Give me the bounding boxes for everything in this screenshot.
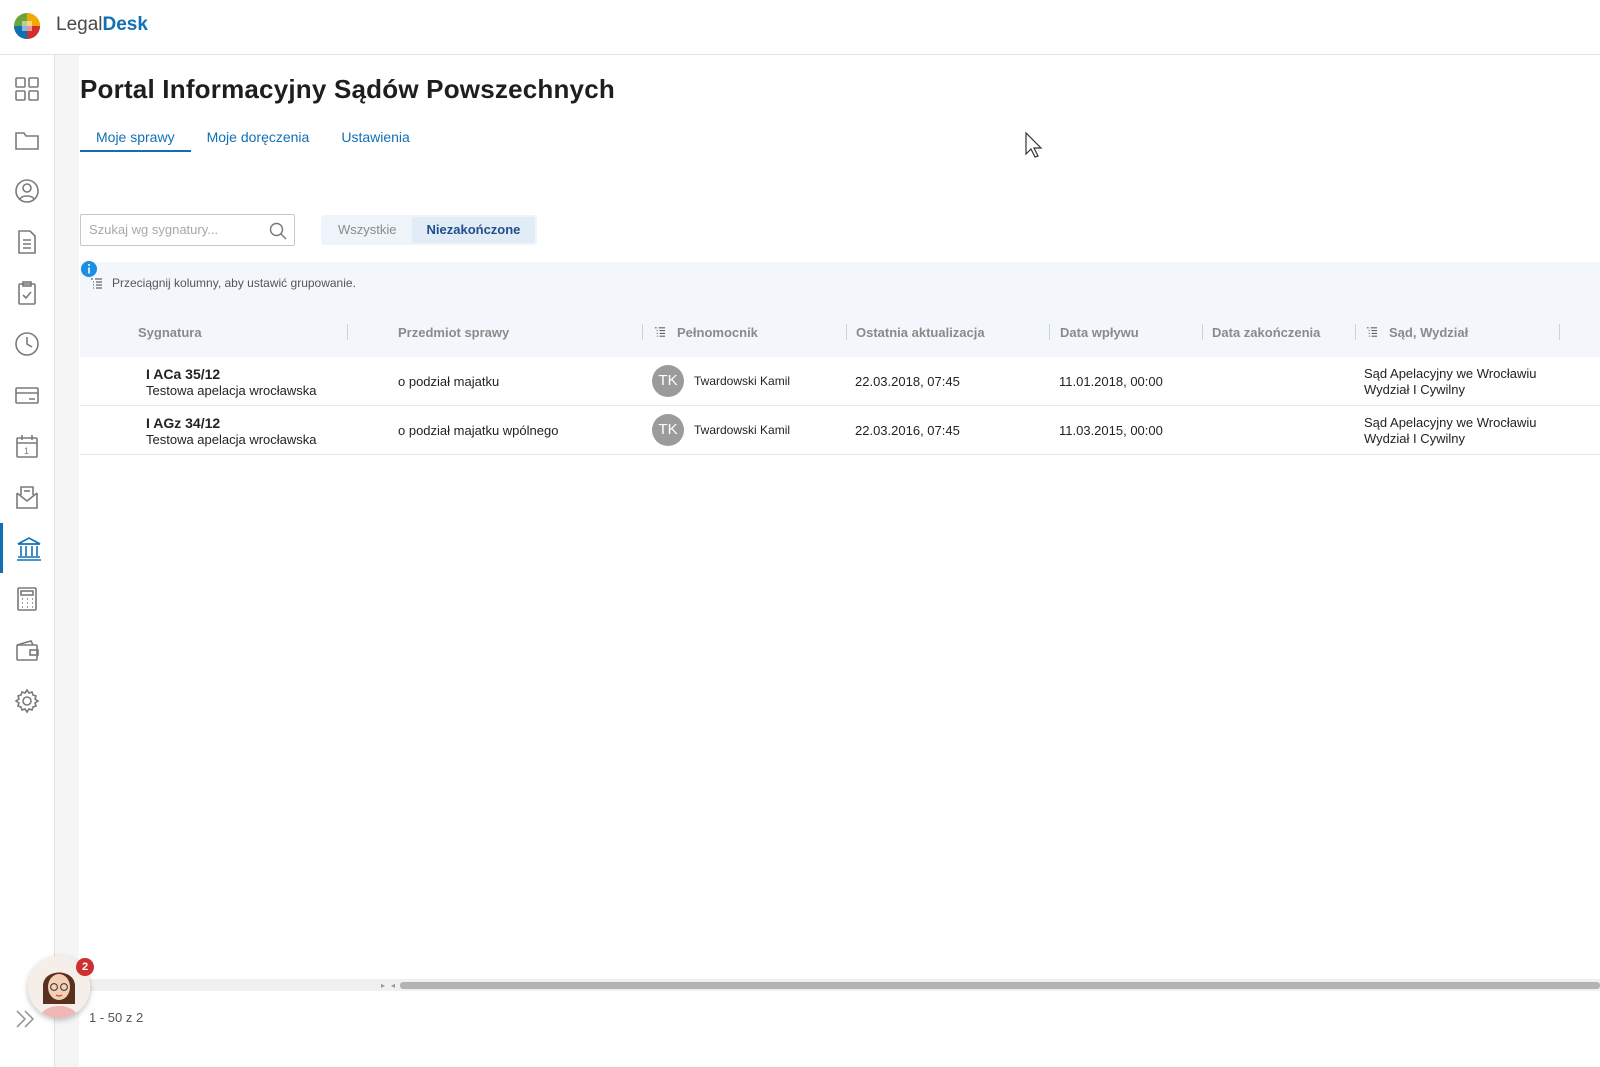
document-icon [18, 230, 36, 254]
sidebar-item-mail[interactable] [0, 472, 54, 522]
sidebar-item-cases[interactable] [0, 115, 54, 165]
scroll-right-arrow-icon[interactable]: ▸ [381, 981, 385, 990]
search-input[interactable] [89, 222, 264, 237]
mouse-cursor-icon [1025, 131, 1043, 158]
card-icon [15, 387, 39, 404]
received-date: 11.03.2015, 00:00 [1059, 423, 1163, 438]
grouping-hint: Przeciągnij kolumny, aby ustawić grupowa… [112, 276, 356, 290]
sidebar-item-documents[interactable] [0, 217, 54, 267]
column-header-data-wplywu[interactable]: Data wpływu [1060, 325, 1139, 340]
case-name: Testowa apelacja wrocławska [146, 383, 317, 398]
column-header-sad-wydzial[interactable]: Sąd, Wydział [1389, 325, 1468, 340]
column-resize-handle[interactable] [1559, 324, 1560, 340]
brand-bold: Desk [102, 14, 148, 35]
user-circle-icon [15, 179, 39, 203]
legaldesk-logo[interactable] [13, 12, 41, 40]
clipboard-check-icon [18, 281, 36, 305]
avatar: TK [652, 414, 684, 446]
gear-icon [14, 688, 40, 714]
tab-moje-doreczenia[interactable]: Moje doręczenia [191, 128, 326, 152]
main-gutter [55, 55, 79, 1067]
case-signature[interactable]: I ACa 35/12 [146, 366, 220, 382]
sidebar-item-time[interactable] [0, 319, 54, 369]
column-resize-handle[interactable] [1355, 324, 1356, 340]
table-row[interactable]: I ACa 35/12 Testowa apelacja wrocławska … [80, 357, 1600, 406]
filter-open-button[interactable]: Niezakończone [411, 217, 536, 243]
case-name: Testowa apelacja wrocławska [146, 432, 317, 447]
info-icon[interactable] [80, 260, 98, 278]
search-icon[interactable] [268, 221, 288, 241]
main-area [55, 55, 1600, 1067]
sidebar-item-wallet[interactable] [0, 625, 54, 675]
last-update: 22.03.2016, 07:45 [855, 423, 960, 438]
courthouse-icon [16, 537, 41, 561]
case-signature[interactable]: I AGz 34/12 [146, 415, 220, 431]
court-name: Sąd Apelacyjny we Wrocławiu [1364, 415, 1537, 430]
sidebar-item-calculator[interactable] [0, 574, 54, 624]
status-filter: Wszystkie Niezakończone [321, 215, 538, 245]
column-resize-handle[interactable] [1202, 324, 1203, 340]
sidebar-item-settings[interactable] [0, 676, 54, 726]
court-division: Wydział I Cywilny [1364, 382, 1466, 397]
calendar-icon: 1 [16, 435, 38, 458]
sidebar-item-tasks[interactable] [0, 268, 54, 318]
tab-moje-sprawy[interactable]: Moje sprawy [80, 128, 191, 152]
table-row[interactable]: I AGz 34/12 Testowa apelacja wrocławska … [80, 406, 1600, 455]
notification-badge: 2 [76, 958, 94, 976]
svg-text:1: 1 [24, 446, 29, 456]
brand-name: LegalDesk [56, 14, 148, 36]
attorney-name: Twardowski Kamil [694, 423, 791, 437]
column-resize-handle[interactable] [1049, 324, 1050, 340]
horizontal-scrollbar[interactable]: ▸ ◂ [80, 979, 1600, 991]
group-list-icon [654, 327, 666, 337]
sidebar: 1 [0, 55, 55, 1067]
received-date: 11.01.2018, 00:00 [1059, 374, 1163, 389]
case-subject: o podział majatku [398, 374, 500, 389]
calculator-icon [17, 587, 37, 611]
grid-icon [15, 77, 39, 101]
mail-icon [16, 486, 38, 509]
content-panel [79, 55, 1600, 1067]
scroll-left-arrow-icon[interactable]: ◂ [391, 981, 395, 990]
top-bar: LegalDesk [0, 0, 1600, 55]
column-resize-handle[interactable] [846, 324, 847, 340]
attorney-name: Twardowski Kamil [694, 374, 791, 388]
court-division: Wydział I Cywilny [1364, 431, 1466, 446]
page-title: Portal Informacyjny Sądów Powszechnych [80, 74, 615, 104]
sidebar-item-dashboard[interactable] [0, 64, 54, 114]
sidebar-item-courts[interactable] [0, 523, 54, 573]
wallet-icon [16, 640, 39, 661]
group-list-icon [91, 278, 102, 289]
tab-ustawienia[interactable]: Ustawienia [325, 128, 425, 152]
brand-light: Legal [56, 14, 103, 35]
table-header: Sygnatura Przedmiot sprawy Pełnomocnik O… [80, 308, 1600, 357]
column-header-pelnomocnik[interactable]: Pełnomocnik [677, 325, 758, 340]
column-resize-handle[interactable] [642, 324, 643, 340]
column-header-przedmiot[interactable]: Przedmiot sprawy [398, 325, 509, 340]
group-list-icon [1366, 327, 1378, 337]
column-resize-handle[interactable] [347, 324, 348, 340]
folder-icon [15, 132, 39, 150]
clock-icon [15, 332, 39, 356]
column-header-ostatnia-aktualizacja[interactable]: Ostatnia aktualizacja [856, 325, 985, 340]
expand-sidebar-icon[interactable] [14, 1008, 38, 1030]
filter-all-button[interactable]: Wszystkie [323, 217, 412, 243]
column-header-sygnatura[interactable]: Sygnatura [138, 325, 202, 340]
tab-bar: Moje sprawy Moje doręczenia Ustawienia [80, 128, 426, 152]
avatar: TK [652, 365, 684, 397]
column-header-data-zakonczenia[interactable]: Data zakończenia [1212, 325, 1320, 340]
court-name: Sąd Apelacyjny we Wrocławiu [1364, 366, 1537, 381]
pager-info: 1 - 50 z 2 [89, 1010, 144, 1025]
search-box [80, 214, 295, 246]
sidebar-item-contacts[interactable] [0, 166, 54, 216]
sidebar-item-calendar[interactable]: 1 [0, 421, 54, 471]
case-subject: o podział majatku wpólnego [398, 423, 559, 438]
sidebar-item-billing[interactable] [0, 370, 54, 420]
last-update: 22.03.2018, 07:45 [855, 374, 960, 389]
scrollbar-thumb[interactable] [400, 982, 1600, 989]
